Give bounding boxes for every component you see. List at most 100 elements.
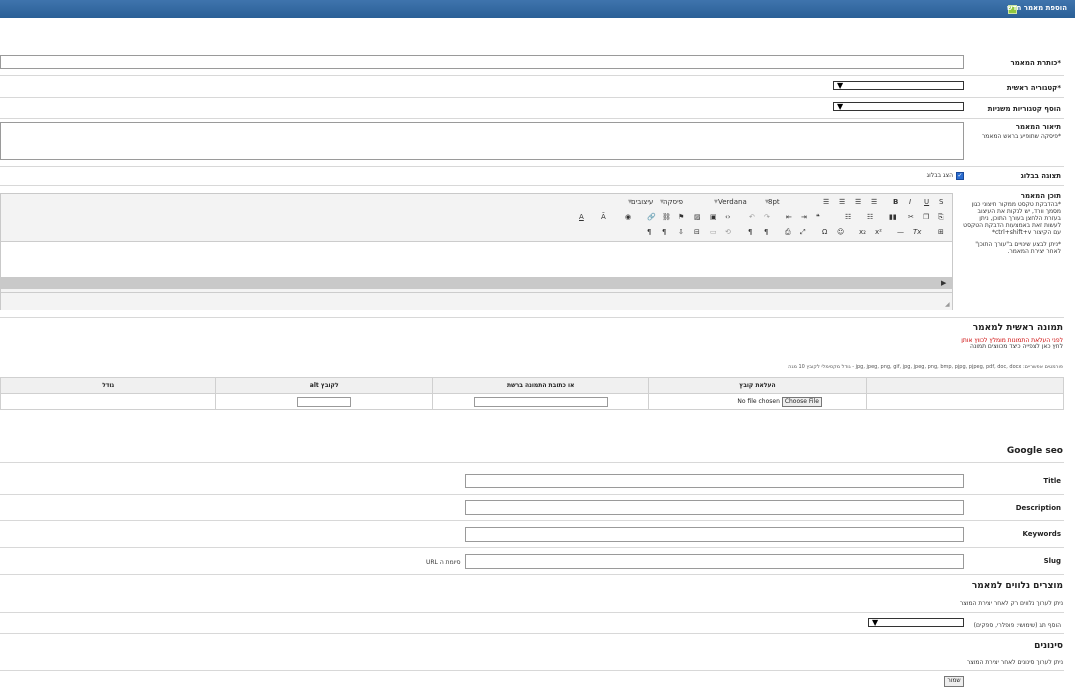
emoticon-icon[interactable]: ☺ (837, 228, 844, 236)
paragraph-right-icon[interactable]: ¶ (662, 228, 666, 236)
anchor-icon[interactable]: ⚑ (678, 213, 684, 221)
column-header-upload: העלאת קובץ (648, 377, 867, 394)
divider (0, 574, 1064, 575)
seo-description-input[interactable] (465, 500, 964, 515)
ltr-icon[interactable]: ¶ (748, 228, 752, 236)
add-tag-select[interactable]: ▼ (868, 618, 964, 627)
column-header-empty (865, 377, 1065, 394)
indent-icon[interactable]: ⇥ (801, 213, 807, 221)
paste-icon[interactable]: ⎘ (938, 213, 944, 221)
bullet-list-icon[interactable]: ☷ (845, 213, 851, 221)
url-cell (432, 393, 650, 410)
align-center-icon[interactable]: ☰ (839, 198, 845, 206)
undo-icon[interactable]: ↶ (749, 213, 755, 221)
text-color-icon[interactable]: A (579, 213, 584, 221)
print-icon[interactable]: ⎙ (785, 228, 791, 236)
media-icon[interactable]: ▣ (710, 213, 717, 221)
seo-section-title: Google seo (1006, 446, 1063, 456)
clear-format-icon[interactable]: Tx (913, 228, 921, 236)
main-category-label: *קטגוריה ראשית (1006, 84, 1061, 92)
window-titlebar: הוספת מאמר חדש (0, 0, 1075, 18)
editor-status-bar (1, 292, 952, 310)
image-url-input[interactable] (473, 396, 608, 407)
template-icon[interactable]: ▭ (710, 228, 717, 236)
horizontal-scrollbar[interactable] (1, 277, 952, 289)
page-break-icon[interactable]: ⊟ (694, 228, 700, 236)
image-section-title: תמונה ראשית למאמר (972, 323, 1063, 333)
seo-keywords-input[interactable] (465, 527, 964, 542)
chevron-down-icon: ▼ (837, 81, 844, 90)
outdent-icon[interactable]: ⇤ (786, 213, 792, 221)
superscript-icon[interactable]: x² (875, 228, 882, 236)
copy-icon[interactable]: ❐ (923, 213, 929, 221)
italic-icon[interactable]: I (909, 198, 911, 206)
background-color-icon[interactable]: Ā (601, 213, 606, 221)
blog-checkbox[interactable]: ✓ (956, 172, 964, 180)
bold-icon[interactable]: B (893, 198, 898, 206)
link-icon[interactable]: 🔗 (647, 213, 656, 221)
chevron-down-icon: ▼ (872, 618, 879, 627)
description-label: תיאור המאמר (1015, 123, 1061, 131)
content-note-paste: *בהדבקת טקסט ממקור חיצוני כגון מסמך וורד… (963, 201, 1061, 236)
divider (0, 75, 1064, 76)
align-right-icon[interactable]: ☰ (855, 198, 861, 206)
file-upload-table: גודל alt לקובץ או כתובת התמונה ברשת העלא… (0, 377, 1065, 410)
divider (0, 633, 1064, 634)
blog-checkbox-label: הצג בבלוג (926, 172, 953, 179)
scroll-right-icon[interactable]: ▶ (941, 279, 946, 287)
blockquote-icon[interactable]: ❝ (816, 213, 820, 221)
divider (0, 97, 1064, 98)
filters-title: סינונים (1034, 641, 1063, 651)
cut-icon[interactable]: ✂ (908, 213, 914, 221)
divider (0, 317, 1064, 318)
insert-file-icon[interactable]: ⇩ (678, 228, 684, 236)
article-title-input[interactable] (0, 55, 964, 69)
font-family-select[interactable]: Verdana (718, 198, 747, 206)
preview-icon[interactable]: ◉ (625, 213, 631, 221)
chevron-down-icon: ▼ (837, 102, 844, 111)
format-select[interactable]: פיסקה (663, 198, 683, 206)
chevron-down-icon: ▼ (714, 199, 718, 205)
no-file-chosen-text: No file chosen (737, 397, 780, 405)
related-products-title: מוצרים נלווים למאמר (971, 581, 1063, 591)
rtl-icon[interactable]: ¶ (764, 228, 768, 236)
strikethrough-icon[interactable]: S (939, 198, 943, 206)
styles-select[interactable]: עיצובים (631, 198, 653, 206)
alt-input[interactable] (297, 396, 352, 407)
seo-keywords-label: Keywords (1022, 530, 1061, 538)
paragraph-icon[interactable]: ¶ (647, 228, 651, 236)
numbered-list-icon[interactable]: ☷ (867, 213, 873, 221)
description-hint: *פיסקה שתופיע בראש המאמר (981, 133, 1061, 140)
divider (0, 166, 1064, 167)
underline-icon[interactable]: U (924, 198, 929, 206)
subscript-icon[interactable]: x₂ (859, 228, 866, 236)
special-char-icon[interactable]: Ω (822, 228, 827, 236)
divider (0, 185, 1064, 186)
image-compress-help-link[interactable]: לחץ כאן לצפייה כיצד מכווצים תמונה (970, 343, 1063, 350)
save-button[interactable]: שמור (944, 676, 964, 687)
redo-icon[interactable]: ↷ (764, 213, 770, 221)
main-category-select[interactable]: ▼ (833, 81, 964, 90)
find-icon[interactable]: ▮▮ (889, 213, 897, 221)
secondary-categories-select[interactable]: ▼ (833, 102, 964, 111)
seo-title-input[interactable] (465, 474, 964, 488)
restore-draft-icon[interactable]: ⟲ (725, 228, 731, 236)
choose-file-button[interactable]: Choose File (781, 396, 822, 407)
seo-slug-label: Slug (1043, 557, 1061, 565)
resize-handle-icon[interactable]: ◢ (945, 301, 950, 309)
secondary-categories-label: הוסף קטגוריות משניות (987, 105, 1061, 113)
font-size-select[interactable]: 8pt (768, 198, 780, 206)
editor-content-area[interactable] (1, 241, 952, 278)
related-products-note: ניתן לערוך נלווים רק לאחר יצירת המוצר (959, 600, 1063, 607)
unlink-icon[interactable]: ⛓ (662, 213, 671, 221)
source-code-icon[interactable]: ‹› (725, 213, 731, 221)
align-left-icon[interactable]: ☰ (823, 198, 829, 206)
seo-slug-input[interactable] (465, 554, 964, 569)
image-icon[interactable]: ▨ (694, 213, 701, 221)
description-textarea[interactable] (0, 122, 964, 160)
table-icon[interactable]: ⊞ (938, 228, 944, 236)
fullscreen-icon[interactable]: ⤢ (800, 228, 806, 236)
divider (0, 670, 1064, 671)
justify-icon[interactable]: ☰ (871, 198, 877, 206)
horizontal-line-icon[interactable]: — (897, 228, 904, 236)
